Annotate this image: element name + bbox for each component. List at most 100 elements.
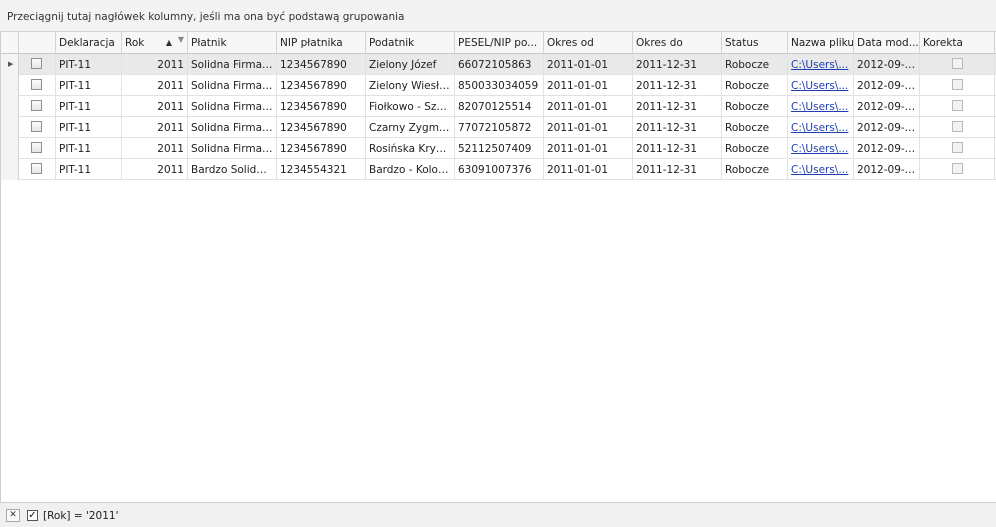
korekta-checkbox[interactable]: [952, 163, 963, 174]
cell-podatnik[interactable]: Zielony Józef: [366, 54, 455, 75]
column-header-status[interactable]: Status: [722, 32, 788, 54]
cell-deklaracja[interactable]: PIT-11: [56, 117, 122, 138]
cell-okres-od[interactable]: 2011-01-01: [544, 117, 633, 138]
row-indicator[interactable]: [1, 159, 19, 180]
row-indicator[interactable]: [1, 117, 19, 138]
cell-rok[interactable]: 2011: [122, 96, 188, 117]
column-header-data-modyfikacji[interactable]: Data mod...: [854, 32, 920, 54]
cell-status[interactable]: Robocze: [722, 159, 788, 180]
cell-okres-do[interactable]: 2011-12-31: [633, 117, 722, 138]
korekta-checkbox[interactable]: [952, 142, 963, 153]
cell-okres-do[interactable]: 2011-12-31: [633, 159, 722, 180]
cell-rok[interactable]: 2011: [122, 75, 188, 96]
cell-data-modyfikacji[interactable]: 2012-09-27: [854, 54, 920, 75]
column-header-rok[interactable]: Rok ▲ ▼: [122, 32, 188, 54]
cell-platnik[interactable]: Solidna Firma s...: [188, 117, 277, 138]
row-select-cell[interactable]: [19, 75, 56, 96]
cell-podatnik[interactable]: Bardzo - Kolor...: [366, 159, 455, 180]
cell-platnik[interactable]: Bardzo Solidna...: [188, 159, 277, 180]
cell-platnik[interactable]: Solidna Firma s...: [188, 96, 277, 117]
cell-platnik[interactable]: Solidna Firma s...: [188, 54, 277, 75]
cell-pesel-nip[interactable]: 66072105863: [455, 54, 544, 75]
cell-data-modyfikacji[interactable]: 2012-09-27: [854, 75, 920, 96]
cell-data-modyfikacji[interactable]: 2012-09-27: [854, 159, 920, 180]
cell-okres-do[interactable]: 2011-12-31: [633, 138, 722, 159]
cell-platnik[interactable]: Solidna Firma s...: [188, 75, 277, 96]
table-row[interactable]: ▶ PIT-11 2011 Solidna Firma s... 1234567…: [1, 54, 996, 75]
cell-data-modyfikacji[interactable]: 2012-09-27: [854, 117, 920, 138]
cell-korekta[interactable]: [920, 96, 995, 117]
column-header-nip-platnika[interactable]: NIP płatnika: [277, 32, 366, 54]
cell-pesel-nip[interactable]: 52112507409: [455, 138, 544, 159]
cell-pesel-nip[interactable]: 850033034059: [455, 75, 544, 96]
cell-rok[interactable]: 2011: [122, 138, 188, 159]
cell-file-link[interactable]: C:\Users\...: [788, 138, 854, 159]
close-filter-icon[interactable]: ✕: [6, 509, 20, 522]
cell-okres-od[interactable]: 2011-01-01: [544, 75, 633, 96]
cell-deklaracja[interactable]: PIT-11: [56, 75, 122, 96]
cell-okres-od[interactable]: 2011-01-01: [544, 54, 633, 75]
cell-korekta[interactable]: [920, 117, 995, 138]
filter-icon[interactable]: ▼: [178, 35, 184, 44]
table-row[interactable]: PIT-11 2011 Solidna Firma s... 123456789…: [1, 117, 996, 138]
row-select-checkbox[interactable]: [31, 121, 42, 132]
cell-podatnik[interactable]: Czarny Zygmunt: [366, 117, 455, 138]
row-indicator[interactable]: [1, 138, 19, 159]
header-select-cell[interactable]: [19, 32, 56, 54]
filter-expression[interactable]: [Rok] = '2011': [43, 510, 119, 522]
cell-rok[interactable]: 2011: [122, 54, 188, 75]
cell-okres-od[interactable]: 2011-01-01: [544, 138, 633, 159]
cell-nip-platnika[interactable]: 1234554321: [277, 159, 366, 180]
cell-file-link[interactable]: C:\Users\...: [788, 96, 854, 117]
cell-korekta[interactable]: [920, 159, 995, 180]
cell-okres-do[interactable]: 2011-12-31: [633, 96, 722, 117]
table-row[interactable]: PIT-11 2011 Solidna Firma s... 123456789…: [1, 75, 996, 96]
row-select-cell[interactable]: [19, 138, 56, 159]
column-header-nazwa-pliku[interactable]: Nazwa pliku: [788, 32, 854, 54]
cell-podatnik[interactable]: Rosińska Kryst...: [366, 138, 455, 159]
cell-nip-platnika[interactable]: 1234567890: [277, 54, 366, 75]
cell-file-link[interactable]: C:\Users\...: [788, 159, 854, 180]
korekta-checkbox[interactable]: [952, 58, 963, 69]
cell-data-modyfikacji[interactable]: 2012-09-27: [854, 138, 920, 159]
cell-okres-od[interactable]: 2011-01-01: [544, 159, 633, 180]
column-header-pesel-nip[interactable]: PESEL/NIP po...: [455, 32, 544, 54]
column-header-okres-od[interactable]: Okres od: [544, 32, 633, 54]
cell-deklaracja[interactable]: PIT-11: [56, 138, 122, 159]
row-select-cell[interactable]: [19, 117, 56, 138]
cell-nip-platnika[interactable]: 1234567890: [277, 117, 366, 138]
table-row[interactable]: PIT-11 2011 Solidna Firma s... 123456789…: [1, 138, 996, 159]
column-header-deklaracja[interactable]: Deklaracja: [56, 32, 122, 54]
korekta-checkbox[interactable]: [952, 79, 963, 90]
cell-okres-od[interactable]: 2011-01-01: [544, 96, 633, 117]
cell-data-modyfikacji[interactable]: 2012-09-27: [854, 96, 920, 117]
cell-pesel-nip[interactable]: 77072105872: [455, 117, 544, 138]
cell-okres-do[interactable]: 2011-12-31: [633, 75, 722, 96]
cell-rok[interactable]: 2011: [122, 159, 188, 180]
cell-platnik[interactable]: Solidna Firma s...: [188, 138, 277, 159]
cell-korekta[interactable]: [920, 54, 995, 75]
korekta-checkbox[interactable]: [952, 100, 963, 111]
cell-status[interactable]: Robocze: [722, 75, 788, 96]
cell-status[interactable]: Robocze: [722, 96, 788, 117]
row-indicator[interactable]: [1, 75, 19, 96]
row-select-checkbox[interactable]: [31, 163, 42, 174]
column-header-podatnik[interactable]: Podatnik: [366, 32, 455, 54]
cell-pesel-nip[interactable]: 82070125514: [455, 96, 544, 117]
row-indicator[interactable]: ▶: [1, 54, 19, 75]
cell-status[interactable]: Robocze: [722, 138, 788, 159]
column-header-okres-do[interactable]: Okres do: [633, 32, 722, 54]
cell-korekta[interactable]: [920, 75, 995, 96]
column-header-platnik[interactable]: Płatnik: [188, 32, 277, 54]
cell-deklaracja[interactable]: PIT-11: [56, 159, 122, 180]
cell-status[interactable]: Robocze: [722, 117, 788, 138]
row-select-checkbox[interactable]: [31, 79, 42, 90]
group-by-panel[interactable]: Przeciągnij tutaj nagłówek kolumny, jeśl…: [0, 0, 996, 32]
row-select-cell[interactable]: [19, 96, 56, 117]
cell-podatnik[interactable]: Fiołkowo - Sza...: [366, 96, 455, 117]
row-select-cell[interactable]: [19, 54, 56, 75]
cell-rok[interactable]: 2011: [122, 117, 188, 138]
row-indicator[interactable]: [1, 96, 19, 117]
korekta-checkbox[interactable]: [952, 121, 963, 132]
row-select-cell[interactable]: [19, 159, 56, 180]
